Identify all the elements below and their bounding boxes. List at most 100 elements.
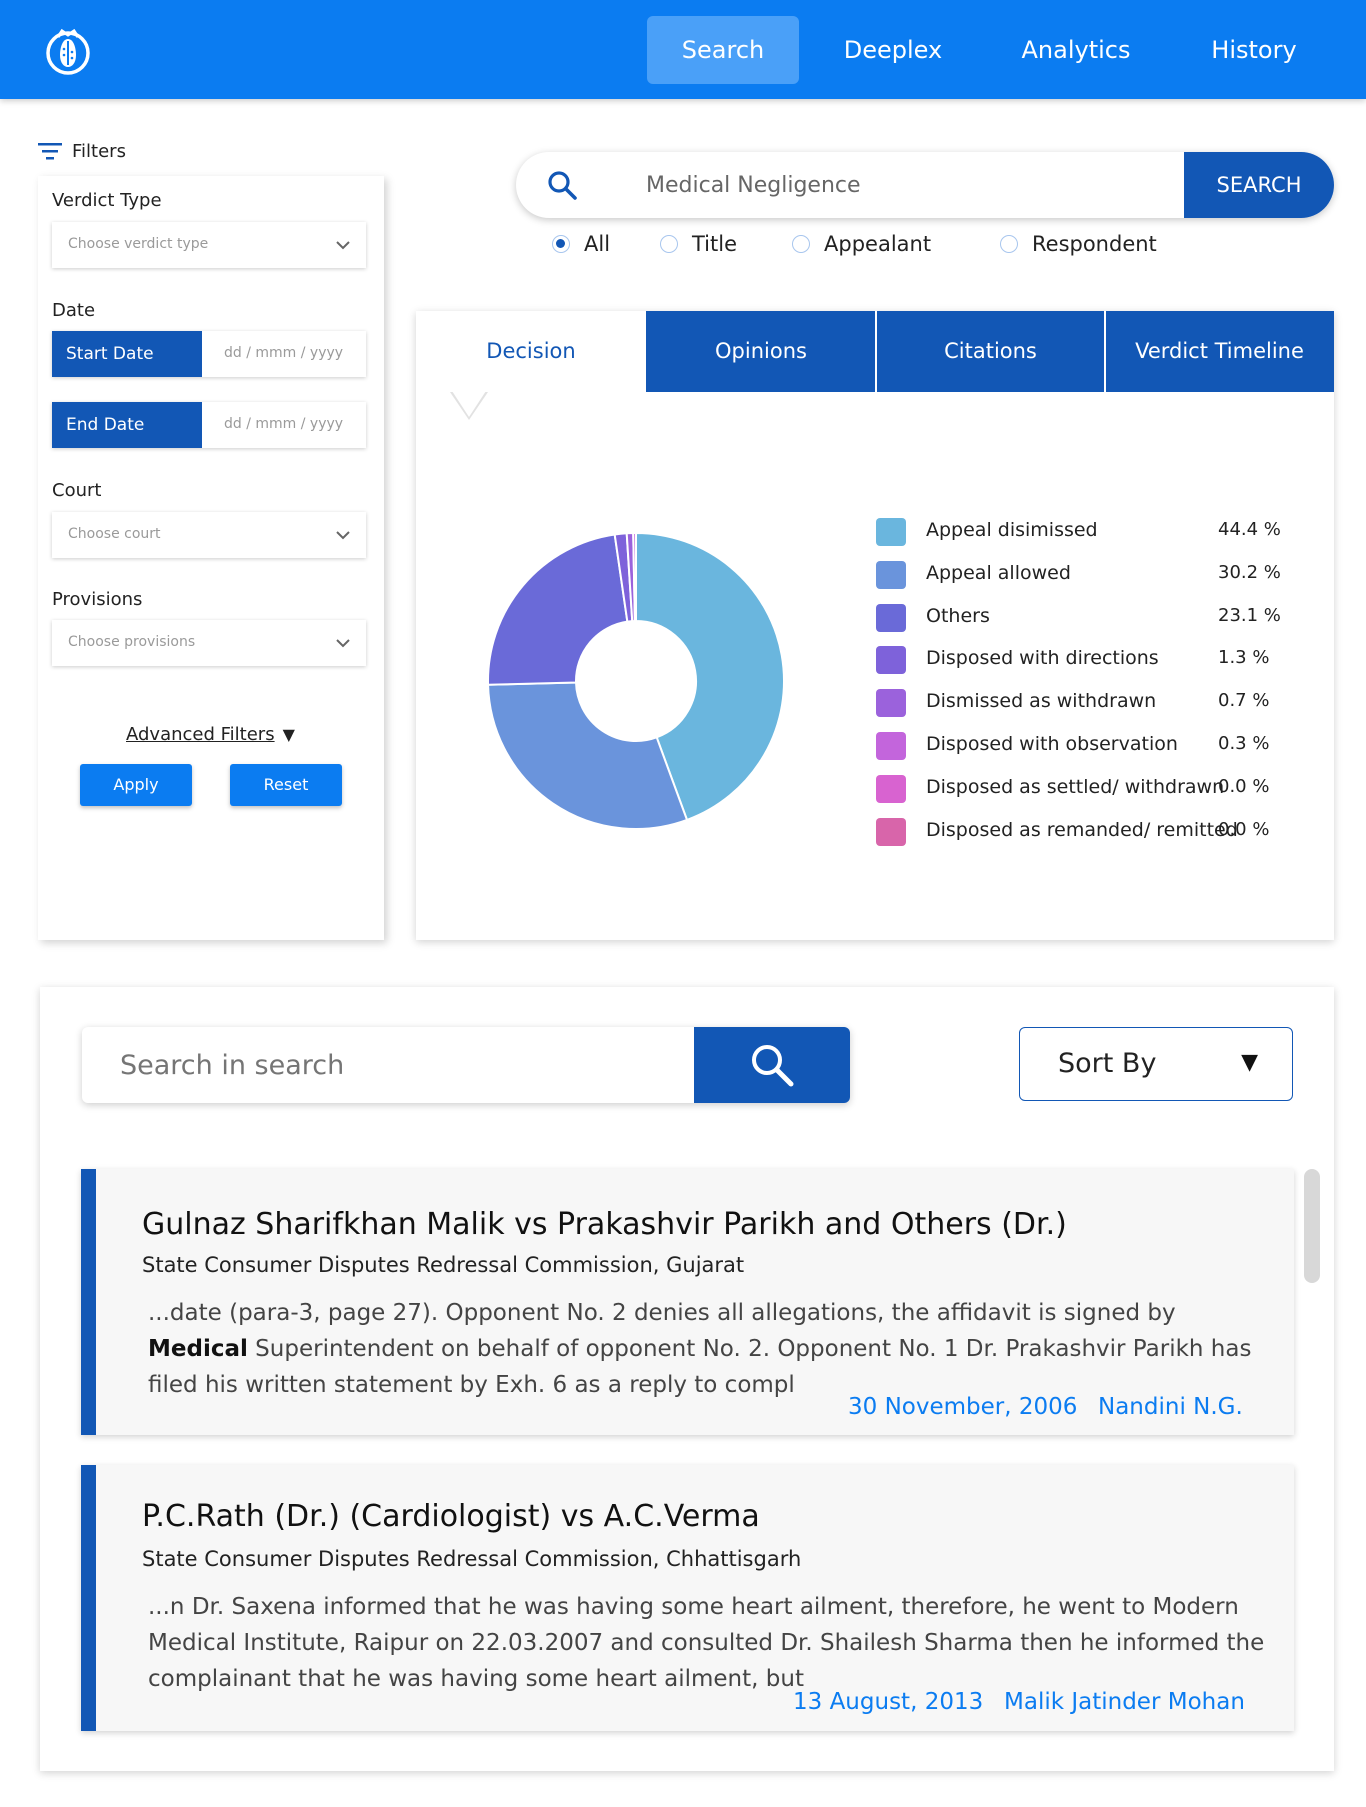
triangle-down-icon: ▼ — [282, 725, 295, 744]
search-icon[interactable] — [546, 169, 578, 201]
top-navigation-bar: Search Deeplex Analytics History — [0, 0, 1366, 99]
filter-icon — [38, 143, 62, 160]
search-in-search-button[interactable] — [694, 1027, 850, 1103]
start-date-field[interactable]: Start Date dd / mmm / yyyy — [52, 331, 366, 377]
legend-label: Disposed as settled/ withdrawn — [926, 775, 1225, 798]
legend-swatch — [876, 689, 906, 718]
legend-item[interactable]: Disposed as settled/ withdrawn 0.0 % — [876, 772, 1326, 804]
provisions-placeholder: Choose provisions — [68, 634, 196, 650]
radio-circle — [1000, 235, 1018, 253]
court-placeholder: Choose court — [68, 526, 161, 542]
chevron-down-icon — [336, 241, 350, 250]
search-input[interactable] — [646, 152, 1186, 218]
reset-button[interactable]: Reset — [230, 764, 342, 806]
search-button[interactable]: SEARCH — [1184, 152, 1334, 218]
result-item[interactable]: P.C.Rath (Dr.) (Cardiologist) vs A.C.Ver… — [81, 1465, 1294, 1731]
result-date: 30 November, 2006 — [848, 1394, 1078, 1420]
result-date: 13 August, 2013 — [793, 1689, 984, 1715]
apply-button[interactable]: Apply — [80, 764, 192, 806]
tab-pointer — [452, 391, 486, 417]
results-scrollbar[interactable] — [1304, 1169, 1320, 1283]
donut-slice-disposed-with-observation[interactable] — [632, 531, 637, 623]
tab-opinions[interactable]: Opinions — [646, 311, 876, 392]
donut-slice-others[interactable] — [487, 533, 629, 686]
legend-value: 23.1 % — [1218, 604, 1281, 626]
legend-value: 0.7 % — [1218, 690, 1270, 712]
legend-item[interactable]: Others 23.1 % — [876, 601, 1326, 633]
filters-panel: Verdict Type Choose verdict type Date St… — [38, 176, 384, 940]
radio-title[interactable]: Title — [660, 232, 737, 256]
radio-appealant[interactable]: Appealant — [792, 232, 931, 256]
legend-swatch — [876, 817, 906, 846]
legend-item[interactable]: Disposed with directions 1.3 % — [876, 643, 1326, 675]
tab-citations[interactable]: Citations — [876, 311, 1105, 392]
radio-label: Appealant — [824, 232, 932, 256]
court-label: Court — [52, 480, 102, 501]
legend-label: Disposed with directions — [926, 647, 1159, 670]
provisions-select[interactable]: Choose provisions — [52, 620, 366, 666]
radio-label: All — [584, 232, 611, 256]
chevron-down-icon — [336, 531, 350, 540]
result-title[interactable]: P.C.Rath (Dr.) (Cardiologist) vs A.C.Ver… — [142, 1499, 760, 1534]
result-title[interactable]: Gulnaz Sharifkhan Malik vs Prakashvir Pa… — [142, 1207, 1067, 1242]
nav-search[interactable]: Search — [647, 16, 799, 84]
results-card: Sort By ▼ Gulnaz Sharifkhan Malik vs Pra… — [40, 987, 1334, 1771]
tab-verdict-timeline[interactable]: Verdict Timeline — [1105, 311, 1334, 392]
legend-item[interactable]: Disposed as remanded/ remitted 0.0 % — [876, 815, 1326, 847]
result-snippet: ...date (para-3, page 27). Opponent No. … — [148, 1300, 1252, 1398]
result-item[interactable]: Gulnaz Sharifkhan Malik vs Prakashvir Pa… — [81, 1169, 1294, 1435]
legend-label: Disposed with observation — [926, 733, 1178, 755]
logo-icon[interactable] — [44, 27, 92, 75]
triangle-down-icon: ▼ — [1241, 1050, 1258, 1075]
legend-value: 1.3 % — [1218, 647, 1270, 669]
result-court: State Consumer Disputes Redressal Commis… — [142, 1253, 745, 1277]
verdict-type-placeholder: Choose verdict type — [68, 236, 209, 252]
radio-respondent[interactable]: Respondent — [1000, 232, 1157, 256]
search-in-search-input[interactable] — [120, 1027, 640, 1103]
radio-all[interactable]: All — [552, 232, 610, 256]
radio-circle — [792, 235, 810, 253]
donut-slice-appeal-allowed[interactable] — [487, 681, 689, 830]
end-date-placeholder: dd / mmm / yyyy — [224, 416, 344, 432]
main-search-bar: SEARCH — [516, 152, 1334, 218]
nav-deeplex[interactable]: Deeplex — [812, 16, 974, 84]
nav-history[interactable]: History — [1178, 16, 1330, 84]
advanced-filters-label: Advanced Filters — [126, 724, 275, 745]
legend-label: Appeal disimissed — [926, 519, 1098, 541]
result-snippet: ...n Dr. Saxena informed that he was hav… — [148, 1594, 1265, 1692]
verdict-type-label: Verdict Type — [52, 190, 162, 211]
verdict-type-select[interactable]: Choose verdict type — [52, 222, 366, 268]
legend-swatch — [876, 518, 906, 546]
chevron-down-icon — [336, 639, 350, 648]
legend-swatch — [876, 560, 906, 589]
decision-donut-chart — [487, 531, 785, 830]
legend-label: Dismissed as withdrawn — [926, 690, 1157, 713]
provisions-label: Provisions — [52, 589, 143, 610]
legend-value: 0.0 % — [1218, 775, 1270, 797]
end-date-field[interactable]: End Date dd / mmm / yyyy — [52, 402, 366, 448]
sort-by-dropdown[interactable]: Sort By ▼ — [1019, 1027, 1293, 1101]
legend-value: 30.2 % — [1218, 561, 1281, 583]
legend-item[interactable]: Appeal allowed 30.2 % — [876, 558, 1326, 590]
start-date-label: Start Date — [52, 331, 202, 377]
legend-value: 0.3 % — [1218, 733, 1270, 754]
start-date-placeholder: dd / mmm / yyyy — [224, 345, 344, 361]
filters-header[interactable]: Filters — [38, 138, 126, 164]
court-select[interactable]: Choose court — [52, 512, 366, 558]
result-court: State Consumer Disputes Redressal Commis… — [142, 1547, 802, 1571]
decision-chart-card: Decision Opinions Citations Verdict Time… — [416, 311, 1334, 940]
radio-label: Respondent — [1032, 232, 1157, 256]
sort-by-label: Sort By — [1058, 1048, 1157, 1079]
nav-analytics[interactable]: Analytics — [996, 16, 1156, 84]
legend-item[interactable]: Appeal disimissed 44.4 % — [876, 515, 1326, 547]
tab-decision[interactable]: Decision — [416, 311, 646, 392]
result-author[interactable]: Nandini N.G. — [1098, 1394, 1243, 1420]
legend-item[interactable]: Disposed with observation 0.3 % — [876, 729, 1326, 761]
search-icon — [752, 1045, 794, 1087]
result-author[interactable]: Malik Jatinder Mohan — [1004, 1689, 1245, 1715]
filters-title: Filters — [72, 140, 126, 162]
legend-item[interactable]: Dismissed as withdrawn 0.7 % — [876, 686, 1326, 718]
legend-label: Appeal allowed — [926, 561, 1071, 584]
advanced-filters-toggle[interactable]: Advanced Filters ▼ — [126, 724, 295, 745]
tab-divider — [875, 311, 877, 392]
